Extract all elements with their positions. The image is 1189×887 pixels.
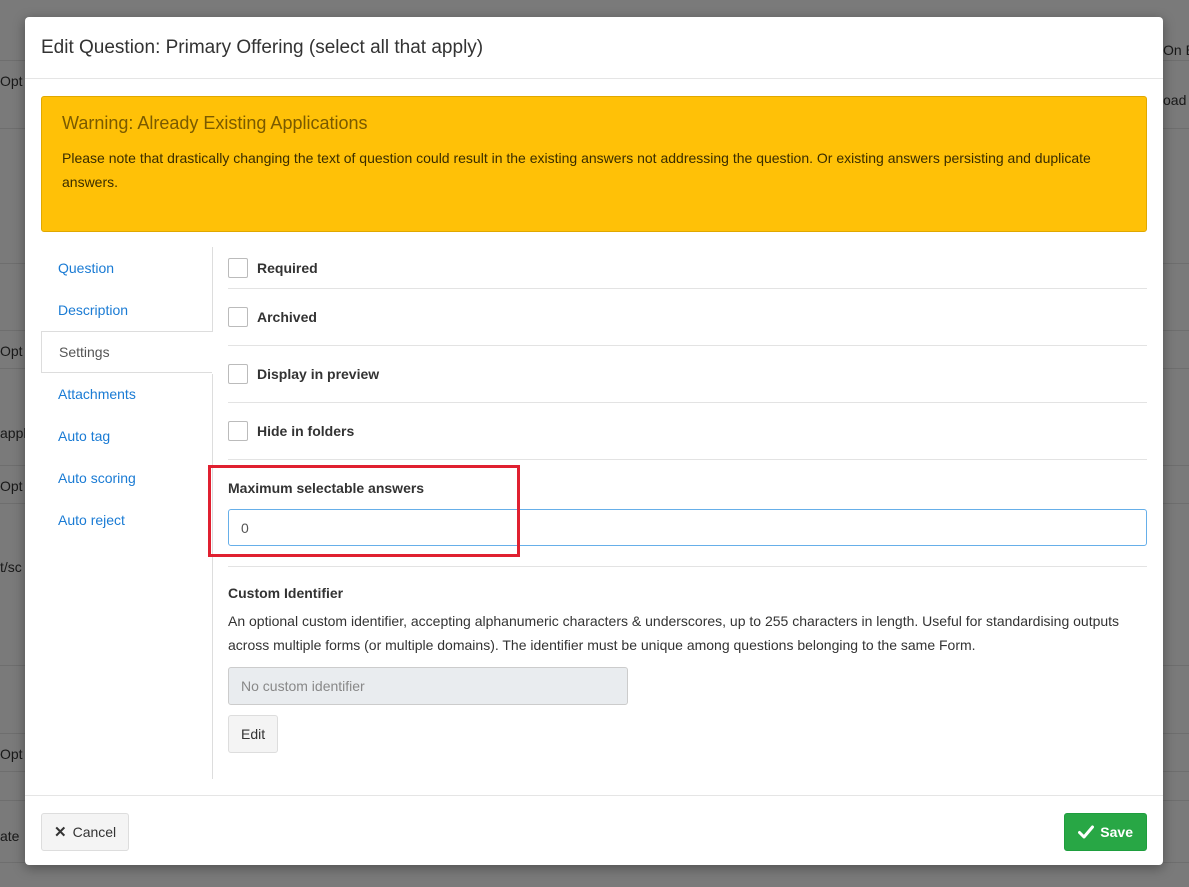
display-in-preview-checkbox[interactable]: [228, 364, 248, 384]
warning-title: Warning: Already Existing Applications: [62, 113, 368, 133]
custom-identifier-label: Custom Identifier: [228, 585, 344, 601]
modal-title: Edit Question: Primary Offering (select …: [41, 36, 484, 58]
modal-footer: ✕ Cancel Save: [25, 795, 1163, 865]
save-label: Save: [1100, 824, 1133, 840]
sidebar-item-auto-reject[interactable]: Auto reject: [41, 499, 213, 541]
required-checkbox[interactable]: [228, 257, 248, 278]
modal-header: Edit Question: Primary Offering (select …: [25, 17, 1163, 79]
custom-identifier-description: An optional custom identifier, accepting…: [228, 613, 1120, 653]
display-in-preview-row: Display in preview: [228, 346, 1147, 403]
sidebar-item-settings[interactable]: Settings: [41, 331, 213, 373]
edit-question-modal: Edit Question: Primary Offering (select …: [25, 17, 1163, 865]
sidebar-item-attachments[interactable]: Attachments: [41, 373, 213, 415]
edit-identifier-button[interactable]: Edit: [228, 715, 279, 753]
hide-in-folders-checkbox[interactable]: [228, 421, 248, 441]
required-row: Required: [228, 247, 1147, 289]
custom-identifier-section: Custom Identifier An optional custom ide…: [228, 585, 1147, 753]
hide-in-folders-row: Hide in folders: [228, 403, 1147, 460]
close-icon: ✕: [54, 824, 67, 841]
max-answers-input[interactable]: [228, 509, 1147, 546]
sidebar-item-auto-scoring[interactable]: Auto scoring: [41, 457, 213, 499]
sidebar-divider-gap: [212, 332, 213, 374]
max-answers-label: Maximum selectable answers: [228, 480, 425, 496]
max-answers-section: Maximum selectable answers: [228, 460, 1147, 567]
custom-identifier-input: [228, 667, 628, 705]
sidebar-item-question[interactable]: Question: [41, 247, 213, 289]
required-label: Required: [257, 259, 318, 276]
cancel-label: Cancel: [72, 824, 117, 840]
check-icon: [1078, 825, 1095, 839]
settings-sidebar: Question Description Settings Attachment…: [41, 247, 213, 541]
sidebar-divider: [212, 247, 213, 779]
archived-row: Archived: [228, 289, 1147, 346]
archived-label: Archived: [257, 309, 317, 325]
save-button[interactable]: Save: [1064, 813, 1147, 851]
archived-checkbox[interactable]: [228, 307, 248, 327]
hide-in-folders-label: Hide in folders: [257, 423, 355, 439]
sidebar-item-description[interactable]: Description: [41, 289, 213, 331]
display-in-preview-label: Display in preview: [257, 366, 380, 382]
warning-alert: Warning: Already Existing Applications P…: [41, 96, 1147, 232]
cancel-button[interactable]: ✕ Cancel: [41, 813, 130, 851]
warning-text: Please note that drastically changing th…: [62, 150, 1091, 190]
sidebar-item-auto-tag[interactable]: Auto tag: [41, 415, 213, 457]
settings-panel: Required Archived Display in preview Hid…: [228, 247, 1147, 460]
